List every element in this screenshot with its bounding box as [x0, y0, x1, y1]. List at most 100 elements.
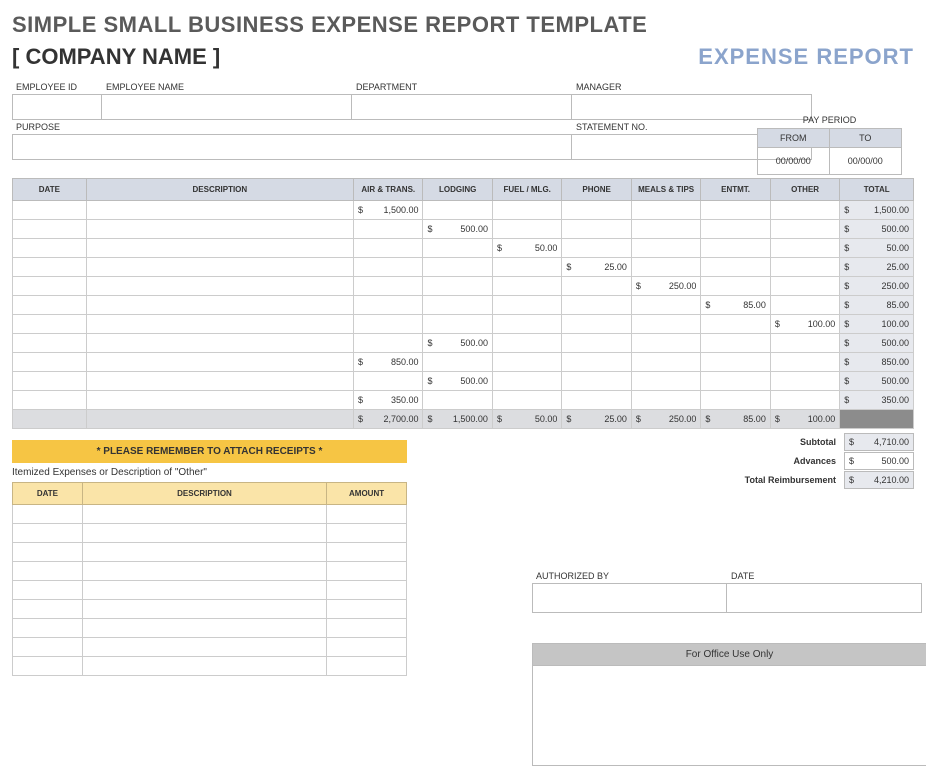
- cell-other[interactable]: [770, 258, 839, 277]
- cell-entmt[interactable]: [701, 353, 770, 372]
- employee-id-input[interactable]: [12, 94, 102, 120]
- cell-date[interactable]: [13, 372, 87, 391]
- cell-phone[interactable]: [562, 277, 631, 296]
- cell-meals[interactable]: [631, 201, 700, 220]
- cell-air[interactable]: $850.00: [354, 353, 423, 372]
- cell-other[interactable]: [770, 353, 839, 372]
- itemized-cell[interactable]: [82, 581, 326, 600]
- cell-air[interactable]: [354, 239, 423, 258]
- cell-entmt[interactable]: [701, 277, 770, 296]
- cell-description[interactable]: [86, 277, 353, 296]
- department-input[interactable]: [352, 94, 572, 120]
- cell-fuel[interactable]: [492, 372, 561, 391]
- cell-description[interactable]: [86, 372, 353, 391]
- itemized-cell[interactable]: [13, 524, 83, 543]
- cell-fuel[interactable]: [492, 201, 561, 220]
- cell-lodging[interactable]: $500.00: [423, 220, 492, 239]
- cell-description[interactable]: [86, 220, 353, 239]
- cell-fuel[interactable]: [492, 277, 561, 296]
- cell-phone[interactable]: [562, 334, 631, 353]
- itemized-cell[interactable]: [13, 619, 83, 638]
- itemized-cell[interactable]: [82, 524, 326, 543]
- cell-meals[interactable]: [631, 258, 700, 277]
- itemized-cell[interactable]: [82, 657, 326, 676]
- pay-from-value[interactable]: 00/00/00: [758, 148, 830, 174]
- cell-fuel[interactable]: [492, 334, 561, 353]
- cell-other[interactable]: $100.00: [770, 315, 839, 334]
- cell-entmt[interactable]: $85.00: [701, 296, 770, 315]
- cell-date[interactable]: [13, 334, 87, 353]
- cell-other[interactable]: [770, 372, 839, 391]
- cell-air[interactable]: [354, 334, 423, 353]
- cell-lodging[interactable]: [423, 239, 492, 258]
- itemized-cell[interactable]: [82, 638, 326, 657]
- itemized-cell[interactable]: [82, 505, 326, 524]
- cell-air[interactable]: [354, 277, 423, 296]
- itemized-cell[interactable]: [327, 638, 407, 657]
- cell-entmt[interactable]: [701, 239, 770, 258]
- cell-date[interactable]: [13, 296, 87, 315]
- itemized-cell[interactable]: [13, 562, 83, 581]
- cell-other[interactable]: [770, 277, 839, 296]
- cell-phone[interactable]: [562, 201, 631, 220]
- cell-phone[interactable]: [562, 372, 631, 391]
- cell-entmt[interactable]: [701, 220, 770, 239]
- cell-description[interactable]: [86, 391, 353, 410]
- itemized-cell[interactable]: [327, 505, 407, 524]
- cell-date[interactable]: [13, 201, 87, 220]
- cell-other[interactable]: [770, 201, 839, 220]
- itemized-cell[interactable]: [327, 657, 407, 676]
- cell-fuel[interactable]: [492, 353, 561, 372]
- advances-value[interactable]: $500.00: [844, 452, 914, 470]
- itemized-cell[interactable]: [13, 600, 83, 619]
- cell-air[interactable]: [354, 258, 423, 277]
- cell-meals[interactable]: [631, 353, 700, 372]
- cell-phone[interactable]: [562, 296, 631, 315]
- cell-lodging[interactable]: [423, 277, 492, 296]
- cell-date[interactable]: [13, 239, 87, 258]
- itemized-cell[interactable]: [82, 619, 326, 638]
- cell-phone[interactable]: [562, 220, 631, 239]
- cell-fuel[interactable]: [492, 391, 561, 410]
- cell-entmt[interactable]: [701, 201, 770, 220]
- cell-fuel[interactable]: [492, 315, 561, 334]
- itemized-cell[interactable]: [13, 543, 83, 562]
- cell-description[interactable]: [86, 353, 353, 372]
- cell-meals[interactable]: $250.00: [631, 277, 700, 296]
- cell-other[interactable]: [770, 296, 839, 315]
- cell-description[interactable]: [86, 201, 353, 220]
- itemized-cell[interactable]: [13, 657, 83, 676]
- cell-air[interactable]: [354, 296, 423, 315]
- cell-description[interactable]: [86, 296, 353, 315]
- cell-date[interactable]: [13, 391, 87, 410]
- cell-lodging[interactable]: $500.00: [423, 372, 492, 391]
- cell-phone[interactable]: [562, 239, 631, 258]
- cell-meals[interactable]: [631, 296, 700, 315]
- cell-lodging[interactable]: [423, 315, 492, 334]
- office-use-area[interactable]: [532, 666, 926, 766]
- cell-date[interactable]: [13, 277, 87, 296]
- cell-meals[interactable]: [631, 334, 700, 353]
- cell-lodging[interactable]: [423, 296, 492, 315]
- cell-meals[interactable]: [631, 220, 700, 239]
- cell-air[interactable]: [354, 220, 423, 239]
- cell-phone[interactable]: [562, 353, 631, 372]
- cell-air[interactable]: [354, 372, 423, 391]
- cell-fuel[interactable]: [492, 220, 561, 239]
- cell-lodging[interactable]: [423, 258, 492, 277]
- itemized-cell[interactable]: [82, 562, 326, 581]
- itemized-cell[interactable]: [327, 543, 407, 562]
- authorized-by-input[interactable]: [532, 583, 727, 613]
- itemized-cell[interactable]: [13, 638, 83, 657]
- cell-date[interactable]: [13, 353, 87, 372]
- cell-air[interactable]: $350.00: [354, 391, 423, 410]
- cell-entmt[interactable]: [701, 315, 770, 334]
- employee-name-input[interactable]: [102, 94, 352, 120]
- cell-meals[interactable]: [631, 372, 700, 391]
- cell-lodging[interactable]: [423, 391, 492, 410]
- cell-entmt[interactable]: [701, 334, 770, 353]
- cell-date[interactable]: [13, 258, 87, 277]
- cell-other[interactable]: [770, 391, 839, 410]
- pay-to-value[interactable]: 00/00/00: [830, 148, 902, 174]
- cell-meals[interactable]: [631, 391, 700, 410]
